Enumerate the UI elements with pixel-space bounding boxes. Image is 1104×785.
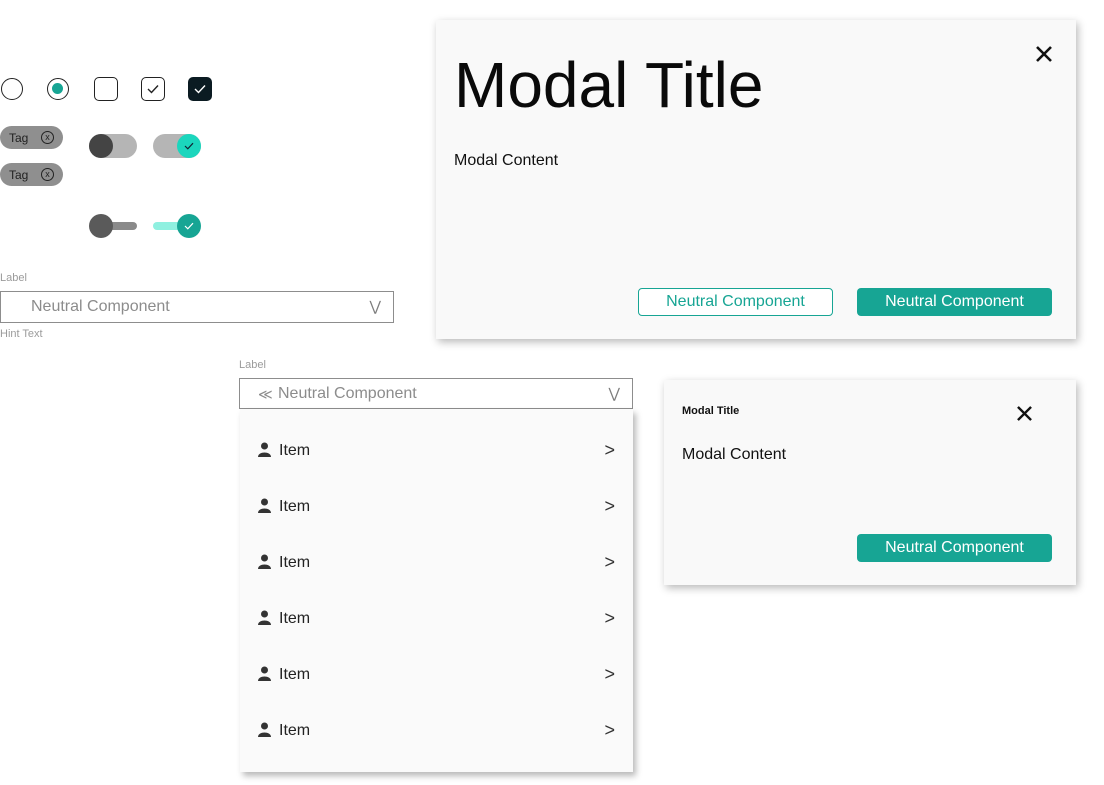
modal-content: Modal Content bbox=[682, 446, 787, 463]
list-item-label: Item bbox=[279, 666, 311, 683]
select-value: Neutral Component bbox=[31, 298, 170, 315]
list-item[interactable]: Item > bbox=[240, 440, 633, 498]
select-label: Label bbox=[239, 359, 266, 371]
chevron-down-icon: ⋁ bbox=[369, 298, 381, 314]
primary-button[interactable]: Neutral Component bbox=[857, 534, 1052, 562]
tag-chip[interactable]: Tag x bbox=[0, 163, 63, 186]
list-item-label: Item bbox=[279, 722, 311, 739]
primary-button[interactable]: Neutral Component bbox=[857, 288, 1052, 316]
checkbox-checked-filled[interactable] bbox=[188, 77, 212, 101]
person-icon bbox=[258, 666, 271, 681]
switch-on[interactable] bbox=[153, 214, 201, 238]
checkbox-checked[interactable] bbox=[141, 77, 165, 101]
select-dropdown[interactable]: Neutral Component ⋁ bbox=[0, 291, 394, 323]
list-item[interactable]: Item > bbox=[240, 496, 633, 554]
modal-title: Modal Title bbox=[682, 405, 740, 417]
list-item-label: Item bbox=[279, 610, 311, 627]
switch-knob bbox=[177, 214, 201, 238]
chevron-right-icon: > bbox=[604, 664, 615, 684]
radio-checked[interactable] bbox=[47, 78, 69, 100]
switch-off[interactable] bbox=[89, 214, 137, 238]
modal-small: Modal Title Modal Content Neutral Compon… bbox=[664, 380, 1076, 585]
list-item-label: Item bbox=[279, 498, 311, 515]
list-item[interactable]: Item > bbox=[240, 664, 633, 722]
modal-content: Modal Content bbox=[454, 152, 559, 169]
select-label: Label bbox=[0, 272, 27, 284]
radio-unchecked[interactable] bbox=[1, 78, 23, 100]
dropdown-menu: Item > Item > Item > Item > Item > Item … bbox=[240, 409, 633, 772]
person-icon bbox=[258, 722, 271, 737]
list-item[interactable]: Item > bbox=[240, 608, 633, 666]
toggle-knob bbox=[89, 134, 113, 158]
toggle-on[interactable] bbox=[153, 134, 201, 158]
list-item-label: Item bbox=[279, 442, 311, 459]
close-icon[interactable]: x bbox=[41, 168, 54, 181]
chevron-left-icon[interactable]: ≪ bbox=[258, 386, 273, 403]
check-icon bbox=[184, 142, 194, 150]
modal-title: Modal Title bbox=[454, 49, 764, 121]
modal-large: Modal Title Modal Content Neutral Compon… bbox=[436, 20, 1076, 339]
chevron-right-icon: > bbox=[604, 440, 615, 460]
secondary-button[interactable]: Neutral Component bbox=[638, 288, 833, 316]
list-item[interactable]: Item > bbox=[240, 720, 633, 778]
close-icon[interactable] bbox=[1036, 46, 1052, 62]
hint-text: Hint Text bbox=[0, 328, 43, 340]
list-item[interactable]: Item > bbox=[240, 552, 633, 610]
switch-knob bbox=[89, 214, 113, 238]
person-icon bbox=[258, 554, 271, 569]
toggle-knob bbox=[177, 134, 201, 158]
list-item-label: Item bbox=[279, 554, 311, 571]
chevron-right-icon: > bbox=[604, 608, 615, 628]
chevron-right-icon: > bbox=[604, 552, 615, 572]
tag-chip[interactable]: Tag x bbox=[0, 126, 63, 149]
toggle-off[interactable] bbox=[89, 134, 137, 158]
tag-label: Tag bbox=[9, 167, 29, 182]
chevron-right-icon: > bbox=[604, 496, 615, 516]
person-icon bbox=[258, 610, 271, 625]
chevron-down-icon: ⋁ bbox=[608, 385, 620, 401]
close-icon[interactable] bbox=[1017, 406, 1032, 421]
person-icon bbox=[258, 498, 271, 513]
close-icon[interactable]: x bbox=[41, 131, 54, 144]
select-dropdown-open[interactable]: ≪ Neutral Component ⋁ bbox=[239, 378, 633, 409]
select-value: Neutral Component bbox=[278, 385, 417, 402]
check-icon bbox=[184, 222, 194, 230]
chevron-right-icon: > bbox=[604, 720, 615, 740]
person-icon bbox=[258, 442, 271, 457]
checkbox-unchecked[interactable] bbox=[94, 77, 118, 101]
tag-label: Tag bbox=[9, 130, 29, 145]
check-icon bbox=[194, 85, 206, 94]
check-icon bbox=[147, 85, 159, 94]
